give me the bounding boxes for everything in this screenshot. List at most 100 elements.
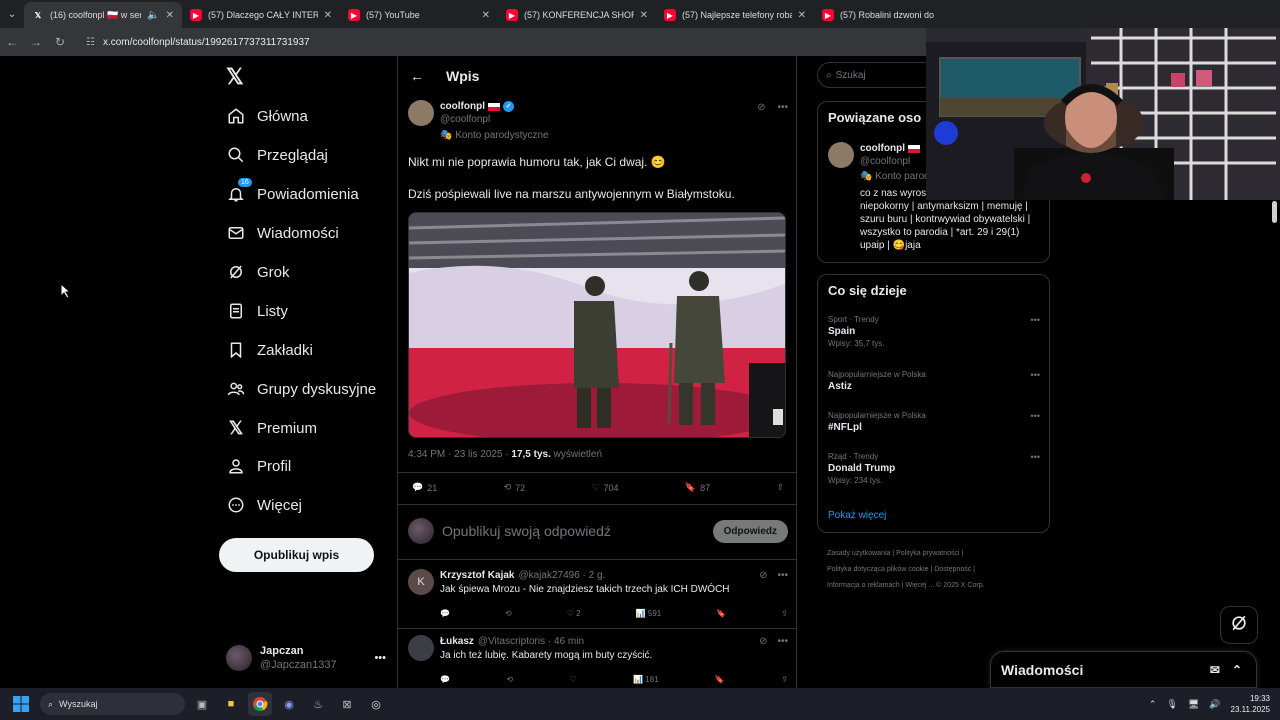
like-button[interactable]: ♡ 704 <box>591 482 618 493</box>
more-dots-icon[interactable]: ••• <box>1031 452 1040 462</box>
trend-item[interactable]: Najpopularniejsze w Polska Astiz ••• <box>828 370 1040 392</box>
volume-icon[interactable]: 🔊 <box>1209 699 1220 710</box>
footer-line[interactable]: Polityka dotycząca plików cookie | Dostę… <box>827 562 1057 578</box>
sidebar-item-messages[interactable]: Wiadomości <box>226 221 339 245</box>
clock[interactable]: 19:33 23.11.2025 <box>1231 693 1270 715</box>
reply-submit-button[interactable]: Odpowiedz <box>712 519 788 543</box>
back-arrow-icon[interactable]: ← <box>410 68 424 84</box>
reload-icon[interactable]: ↻ <box>48 35 72 49</box>
like-button[interactable]: ♡ <box>569 675 576 684</box>
sidebar-item-premium[interactable]: 𝕏 Premium <box>226 416 317 440</box>
url-field[interactable]: ☷ x.com/coolfonpl/status/199261773731173… <box>86 37 310 48</box>
file-explorer-icon[interactable]: ■ <box>219 692 243 716</box>
sidebar-item-profile[interactable]: Profil <box>226 454 291 478</box>
tab-close-icon[interactable]: ✕ <box>798 10 806 21</box>
show-more-link[interactable]: Pokaż więcej <box>828 510 886 521</box>
account-switcher[interactable]: Japczan @Japczan1337 ••• <box>226 644 386 672</box>
trend-item[interactable]: Sport · Trendy Spain Wpisy: 35,7 tys. ••… <box>828 315 1040 348</box>
scrollbar[interactable] <box>1272 201 1277 223</box>
more-dots-icon[interactable]: ••• <box>374 652 386 664</box>
repost-icon[interactable]: ⟲ <box>506 675 513 684</box>
share-icon[interactable]: ⇪ <box>781 609 788 618</box>
network-icon[interactable]: 🖥 <box>1188 699 1199 710</box>
post-time[interactable]: 4:34 PM · 23 lis 2025 · <box>408 449 509 460</box>
more-dots-icon[interactable]: ••• <box>1031 315 1040 325</box>
browser-tab[interactable]: 𝕏 (16) coolfonpl 🇵🇱 w serwisie X 🔈 ✕ <box>24 2 182 28</box>
windows-start-icon[interactable] <box>6 688 36 720</box>
trend-item[interactable]: Rząd · Trendy Donald Trump Wpisy: 234 ty… <box>828 452 1040 485</box>
x-logo-icon[interactable]: 𝕏 <box>226 64 244 90</box>
browser-tab[interactable]: ▶ (57) Robalini dzwoni do <box>814 2 972 28</box>
views-button[interactable]: 📊 181 <box>633 675 659 684</box>
sidebar-item-explore[interactable]: Przeglądaj <box>226 143 328 167</box>
grok-icon[interactable]: ⊘ <box>759 635 767 649</box>
sidebar-item-bookmarks[interactable]: Zakładki <box>226 338 313 362</box>
repost-button[interactable]: ⟲ 72 <box>504 482 526 493</box>
browser-tab[interactable]: ▶ (57) Najlepsze telefony robalin ✕ <box>656 2 814 28</box>
post-media-image[interactable] <box>408 212 786 438</box>
sidebar-item-communities[interactable]: Grupy dyskusyjne <box>226 377 376 401</box>
tray-chevron-icon[interactable]: ⌃ <box>1149 699 1157 710</box>
footer-line[interactable]: Informacja o reklamach | Więcej ... © 20… <box>827 578 1057 594</box>
more-dots-icon[interactable]: ••• <box>777 569 788 583</box>
more-dots-icon[interactable]: ••• <box>777 635 788 649</box>
more-dots-icon[interactable]: ••• <box>1031 411 1040 421</box>
new-message-icon[interactable]: ✉ <box>1210 663 1220 677</box>
site-info-icon[interactable]: ☷ <box>86 37 95 48</box>
author-handle[interactable]: @coolfonpl <box>440 113 549 126</box>
tab-close-icon[interactable]: ✕ <box>324 10 332 21</box>
forward-arrow-icon[interactable]: → <box>24 35 48 49</box>
bookmark-icon[interactable]: 🔖 <box>715 675 725 684</box>
tab-search-menu-icon[interactable]: ⌄ <box>0 0 24 28</box>
tab-audio-icon[interactable]: 🔈 <box>147 10 159 21</box>
grok-button[interactable] <box>1220 606 1258 644</box>
tab-close-icon[interactable]: ✕ <box>640 10 648 21</box>
avatar[interactable] <box>408 100 434 126</box>
avatar[interactable]: K <box>408 569 434 595</box>
grok-icon[interactable]: ⊘ <box>757 102 765 113</box>
back-arrow-icon[interactable]: ← <box>0 35 24 49</box>
browser-tab[interactable]: ▶ (57) KONFERENCJA SHORT PRIME ✕ <box>498 2 656 28</box>
like-button[interactable]: ♡ 2 <box>567 609 581 618</box>
avatar[interactable] <box>408 635 434 661</box>
taskbar-search[interactable]: ⌕ Wyszukaj <box>40 693 185 715</box>
microphone-icon[interactable]: 🎙 <box>1166 699 1177 710</box>
discord-icon[interactable]: ◉ <box>277 692 301 716</box>
share-button[interactable]: ⇪ <box>776 482 784 493</box>
reply-icon[interactable]: 💬 <box>440 675 450 684</box>
author-name-row[interactable]: coolfonpl ✓ <box>440 100 549 113</box>
browser-tab[interactable]: ▶ (57) Dlaczego CAŁY INTERNET ✕ <box>182 2 340 28</box>
bookmark-button[interactable]: 🔖 87 <box>685 482 710 493</box>
avatar[interactable] <box>828 142 854 168</box>
steam-icon[interactable]: ♨ <box>306 692 330 716</box>
sidebar-item-grok[interactable]: Grok <box>226 260 290 284</box>
chrome-icon[interactable] <box>248 692 272 716</box>
sidebar-item-lists[interactable]: Listy <box>226 299 288 323</box>
task-view-icon[interactable]: ▣ <box>190 692 214 716</box>
more-dots-icon[interactable]: ••• <box>1031 370 1040 380</box>
reply-input[interactable]: Opublikuj swoją odpowiedź <box>442 523 611 539</box>
sidebar-item-more[interactable]: Więcej <box>226 493 302 517</box>
footer-line[interactable]: Zasady użytkowania | Polityka prywatnośc… <box>827 546 1057 562</box>
messages-drawer[interactable]: Wiadomości ✉ ⌃ <box>990 651 1257 688</box>
obs-icon[interactable]: ◎ <box>364 692 388 716</box>
reply-author-name[interactable]: Łukasz <box>440 635 474 649</box>
sidebar-item-notifications[interactable]: 16 Powiadomienia <box>226 178 359 206</box>
trend-item[interactable]: Najpopularniejsze w Polska #NFLpl ••• <box>828 411 1040 433</box>
reply-author-name[interactable]: Krzysztof Kajak <box>440 569 514 583</box>
reply-icon[interactable]: 💬 <box>440 609 450 618</box>
share-icon[interactable]: ⇪ <box>781 675 788 684</box>
repost-icon[interactable]: ⟲ <box>505 609 512 618</box>
post-button[interactable]: Opublikuj wpis <box>219 538 374 572</box>
sidebar-item-home[interactable]: Główna <box>226 104 308 128</box>
tab-close-icon[interactable]: ✕ <box>166 10 174 21</box>
browser-tab[interactable]: ▶ (57) YouTube ✕ <box>340 2 498 28</box>
grok-icon[interactable]: ⊘ <box>759 569 767 583</box>
app-icon[interactable]: ⊠ <box>335 692 359 716</box>
tab-close-icon[interactable]: ✕ <box>482 10 490 21</box>
expand-up-icon[interactable]: ⌃ <box>1232 663 1242 677</box>
reply-button[interactable]: 💬 21 <box>412 482 437 493</box>
search-input[interactable]: ⌕ Szukaj <box>817 62 937 88</box>
more-dots-icon[interactable]: ••• <box>777 102 788 113</box>
bookmark-icon[interactable]: 🔖 <box>716 609 726 618</box>
